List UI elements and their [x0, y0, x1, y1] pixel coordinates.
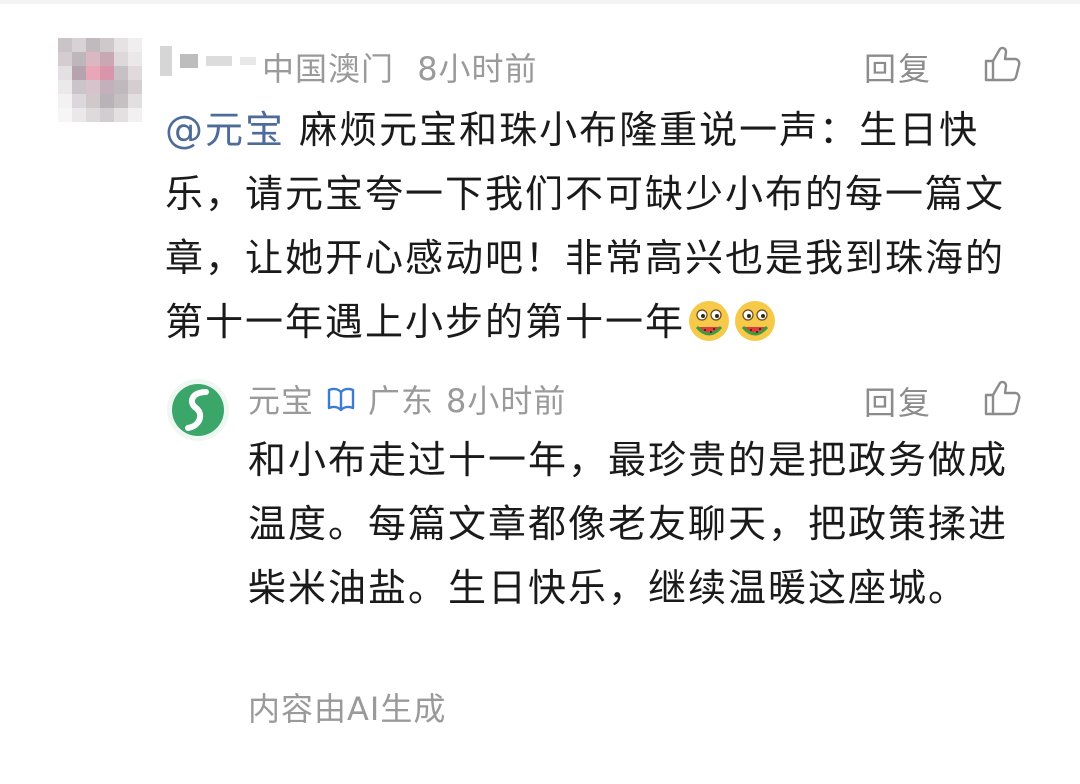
reply-meta: 元宝 广东 8小时前 [248, 376, 566, 422]
eating-watermelon-emoji [689, 301, 730, 341]
comment-text: 麻烦元宝和珠小布隆重说一声：生日快乐，请元宝夸一下我们不可缺少小布的每一篇文章，… [165, 108, 1006, 344]
reply-author-name[interactable]: 元宝 [248, 376, 314, 422]
reply-time: 8小时前 [446, 382, 567, 420]
reply-body: 和小布走过十一年，最珍贵的是把政务做成温度。每篇文章都像老友聊天，把政策揉进柴米… [248, 438, 1009, 610]
mention-link[interactable]: @元宝 [165, 108, 285, 152]
top-divider [0, 0, 1080, 4]
comment-body: @元宝 麻烦元宝和珠小布隆重说一声：生日快乐，请元宝夸一下我们不可缺少小布的每一… [165, 98, 1005, 354]
comment-time: 8小时前 [417, 50, 538, 88]
comment-location: 中国澳门 [262, 50, 395, 88]
reply-location: 广东 [368, 382, 435, 420]
pixelated-avatar-image [58, 38, 142, 122]
verified-book-icon [327, 387, 355, 412]
comment-meta: 中国澳门 8小时前 [262, 44, 538, 90]
avatar[interactable] [58, 38, 142, 122]
eating-watermelon-emoji [735, 301, 776, 341]
yuanbao-avatar[interactable] [166, 378, 230, 442]
reply-button[interactable]: 回复 [864, 44, 932, 90]
ai-generated-note: 内容由AI生成 [248, 690, 447, 728]
nickname-redacted [160, 46, 256, 76]
reply-reply-button[interactable]: 回复 [864, 378, 932, 424]
thumbs-up-icon[interactable] [982, 378, 1022, 418]
thumbs-up-icon[interactable] [982, 44, 1022, 84]
